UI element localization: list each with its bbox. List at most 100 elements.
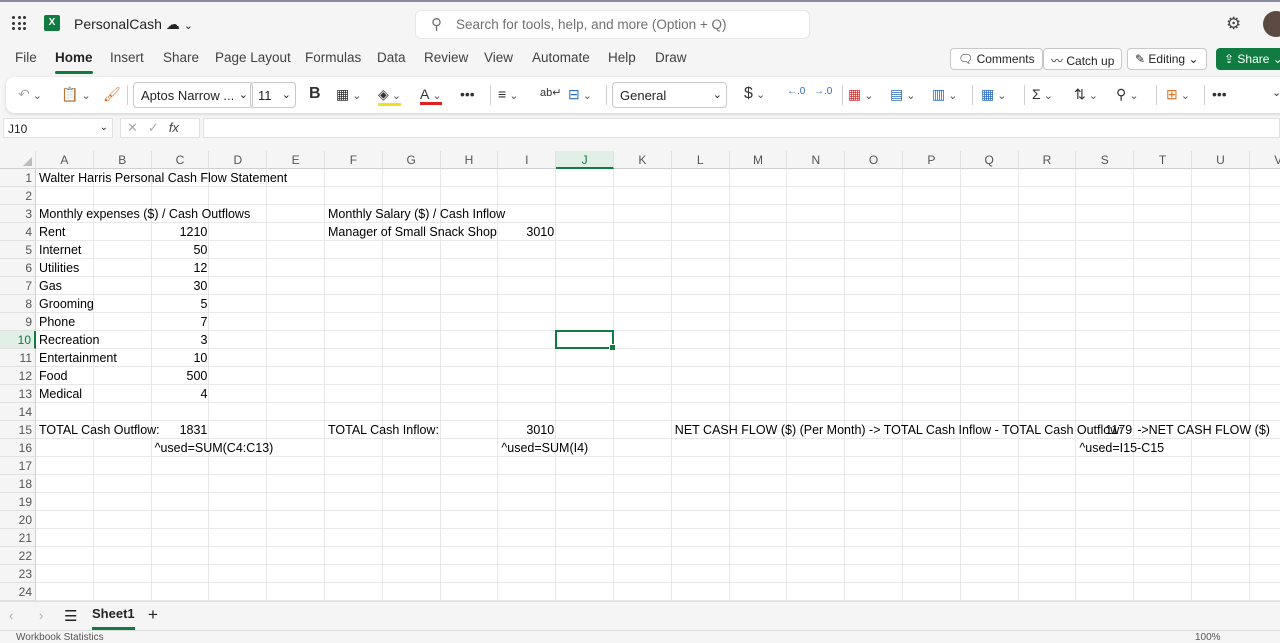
paste-clipboard-icon[interactable]: 📋 bbox=[61, 86, 91, 103]
column-header-J[interactable]: J bbox=[556, 151, 614, 169]
sheet-tab-sheet1[interactable]: Sheet1 bbox=[92, 606, 135, 630]
column-header-K[interactable]: K bbox=[614, 151, 672, 169]
autosum-icon[interactable]: Σ bbox=[1032, 86, 1053, 102]
column-header-G[interactable]: G bbox=[382, 151, 441, 169]
row-header-20[interactable]: 20 bbox=[0, 511, 36, 529]
scroll-right-icon[interactable]: › bbox=[39, 608, 43, 623]
column-header-Q[interactable]: Q bbox=[960, 151, 1019, 169]
column-header-T[interactable]: T bbox=[1134, 151, 1192, 169]
cell-S15[interactable]: 1179 bbox=[1076, 421, 1134, 439]
align-icon[interactable]: ≡ bbox=[498, 86, 518, 102]
column-header-D[interactable]: D bbox=[209, 151, 268, 169]
borders-icon[interactable]: ▦ bbox=[336, 86, 362, 103]
cancel-icon[interactable]: ✕ bbox=[127, 120, 148, 135]
row-header-11[interactable]: 11 bbox=[0, 349, 36, 367]
add-sheet-icon[interactable]: + bbox=[148, 605, 158, 625]
app-launcher-icon[interactable] bbox=[12, 16, 26, 30]
menu-tab-help[interactable]: Help bbox=[608, 50, 636, 65]
sort-filter-icon[interactable]: ⇅ bbox=[1074, 86, 1098, 103]
select-all-corner[interactable] bbox=[0, 151, 36, 169]
scroll-left-icon[interactable]: ‹ bbox=[9, 608, 13, 623]
cell-C13[interactable]: 4 bbox=[152, 385, 210, 403]
add-ins-icon[interactable]: ⊞ bbox=[1166, 86, 1190, 103]
wrap-text-icon[interactable]: ab↵ bbox=[540, 86, 561, 99]
cell-styles-icon[interactable]: ▥ bbox=[932, 86, 958, 103]
font-color-icon[interactable]: A bbox=[420, 86, 442, 105]
cell-A11[interactable]: Entertainment bbox=[37, 349, 119, 367]
column-header-V[interactable]: V bbox=[1249, 151, 1280, 169]
more-options-icon[interactable]: ••• bbox=[1212, 86, 1227, 102]
cell-I15[interactable]: 3010 bbox=[498, 421, 556, 439]
fill-color-icon[interactable]: ◈ bbox=[378, 86, 402, 106]
menu-tab-formulas[interactable]: Formulas bbox=[305, 50, 361, 65]
row-header-18[interactable]: 18 bbox=[0, 475, 36, 493]
row-header-2[interactable]: 2 bbox=[0, 187, 36, 205]
column-header-O[interactable]: O bbox=[845, 151, 903, 169]
row-header-9[interactable]: 9 bbox=[0, 313, 36, 331]
column-header-N[interactable]: N bbox=[787, 151, 846, 169]
merge-center-icon[interactable]: ⊟ bbox=[568, 86, 592, 103]
cell-A7[interactable]: Gas bbox=[37, 277, 64, 295]
menu-tab-home[interactable]: Home bbox=[55, 50, 93, 74]
font-size-select[interactable]: 11 ⌄ bbox=[250, 82, 296, 108]
avatar[interactable] bbox=[1263, 11, 1280, 37]
menu-tab-automate[interactable]: Automate bbox=[532, 50, 590, 65]
cell-A10[interactable]: Recreation bbox=[37, 331, 101, 349]
column-header-L[interactable]: L bbox=[671, 151, 730, 169]
cell-A15[interactable]: TOTAL Cash Outflow: bbox=[37, 421, 162, 439]
row-header-3[interactable]: 3 bbox=[0, 205, 36, 223]
decrease-decimal-icon[interactable]: →.0 bbox=[814, 86, 832, 97]
fx-icon[interactable]: fx bbox=[169, 120, 179, 135]
share-button[interactable]: ⇪ Share ⌄ bbox=[1216, 48, 1280, 70]
menu-tab-page-layout[interactable]: Page Layout bbox=[215, 50, 291, 65]
name-box[interactable]: J10 ⌄ bbox=[3, 118, 113, 138]
cell-S16[interactable]: ^used=I15-C15 bbox=[1077, 439, 1166, 457]
cell-A13[interactable]: Medical bbox=[37, 385, 84, 403]
row-header-15[interactable]: 15 bbox=[0, 421, 36, 439]
cell-C9[interactable]: 7 bbox=[152, 313, 210, 331]
row-header-5[interactable]: 5 bbox=[0, 241, 36, 259]
row-header-21[interactable]: 21 bbox=[0, 529, 36, 547]
cell-C4[interactable]: 1210 bbox=[152, 223, 210, 241]
cell-F4[interactable]: Manager of Small Snack Shop bbox=[326, 223, 499, 241]
row-header-1[interactable]: 1 bbox=[0, 169, 36, 187]
row-header-7[interactable]: 7 bbox=[0, 277, 36, 295]
undo-icon[interactable]: ↶ bbox=[18, 86, 42, 103]
row-header-24[interactable]: 24 bbox=[0, 583, 36, 601]
column-header-I[interactable]: I bbox=[498, 151, 557, 169]
insert-cells-icon[interactable]: ▦ bbox=[981, 86, 1007, 103]
cell-C12[interactable]: 500 bbox=[152, 367, 210, 385]
menu-tab-file[interactable]: File bbox=[15, 50, 37, 65]
find-icon[interactable]: ⚲ bbox=[1116, 86, 1139, 103]
column-header-C[interactable]: C bbox=[151, 151, 210, 169]
row-header-23[interactable]: 23 bbox=[0, 565, 36, 583]
cell-C10[interactable]: 3 bbox=[152, 331, 210, 349]
file-name[interactable]: PersonalCash ☁ ⌄ bbox=[74, 16, 193, 33]
all-sheets-menu-icon[interactable]: ☰ bbox=[64, 607, 77, 625]
row-header-14[interactable]: 14 bbox=[0, 403, 36, 421]
format-as-table-icon[interactable]: ▤ bbox=[890, 86, 916, 103]
cell-C16[interactable]: ^used=SUM(C4:C13) bbox=[153, 439, 276, 457]
expand-ribbon-icon[interactable]: ⌄ bbox=[1272, 86, 1280, 99]
bold-button[interactable]: B bbox=[309, 85, 321, 103]
selected-cell-outline[interactable] bbox=[555, 330, 616, 351]
row-header-12[interactable]: 12 bbox=[0, 367, 36, 385]
cell-C11[interactable]: 10 bbox=[152, 349, 210, 367]
column-header-H[interactable]: H bbox=[440, 151, 499, 169]
increase-decimal-icon[interactable]: ←.0 bbox=[787, 86, 805, 97]
row-header-4[interactable]: 4 bbox=[0, 223, 36, 241]
cell-A3[interactable]: Monthly expenses ($) / Cash Outflows bbox=[37, 205, 252, 223]
cell-F15[interactable]: TOTAL Cash Inflow: bbox=[326, 421, 441, 439]
comments-button[interactable]: 🗨 Comments bbox=[950, 48, 1043, 70]
zoom-level[interactable]: 100% bbox=[1195, 632, 1221, 643]
column-header-M[interactable]: M bbox=[729, 151, 788, 169]
catch-up-button[interactable]: 〰 Catch up bbox=[1043, 48, 1123, 70]
menu-tab-insert[interactable]: Insert bbox=[110, 50, 144, 65]
column-header-B[interactable]: B bbox=[93, 151, 152, 169]
cell-A5[interactable]: Internet bbox=[37, 241, 83, 259]
cell-L15[interactable]: NET CASH FLOW ($) (Per Month) -> TOTAL C… bbox=[673, 421, 1125, 439]
column-header-S[interactable]: S bbox=[1076, 151, 1135, 169]
cell-T15[interactable]: ->NET CASH FLOW ($) bbox=[1135, 421, 1272, 439]
row-header-13[interactable]: 13 bbox=[0, 385, 36, 403]
cell-A4[interactable]: Rent bbox=[37, 223, 67, 241]
